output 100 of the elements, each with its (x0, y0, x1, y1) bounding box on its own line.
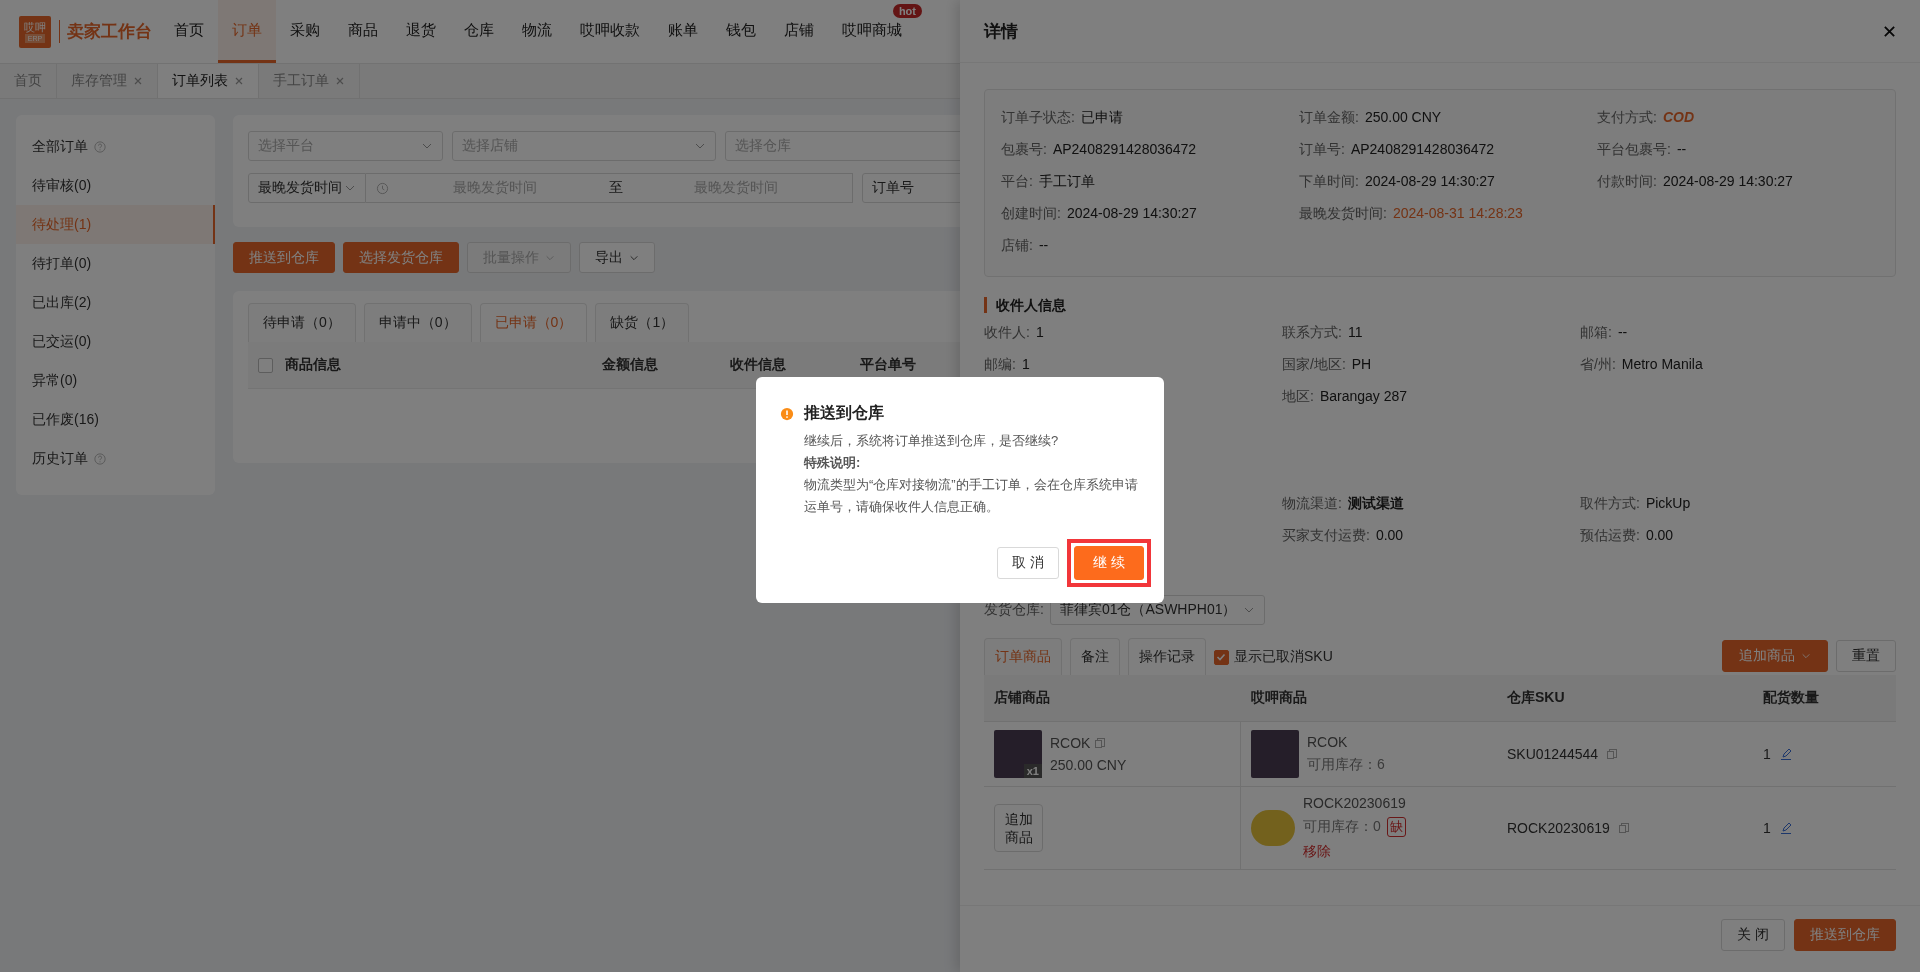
field-value: AP2408291428036472 (1052, 141, 1197, 159)
dialog-message: 继续后，系统将订单推送到仓库，是否继续? (804, 432, 1060, 450)
copy-icon[interactable] (1617, 822, 1630, 834)
field-label: 支付方式: (1597, 109, 1657, 127)
edit-icon[interactable] (1778, 747, 1793, 761)
field-value: COD (1662, 109, 1694, 127)
cancel-button[interactable]: 取 消 (997, 547, 1060, 579)
sidebar-item[interactable]: 历史订单 (16, 439, 215, 478)
sidebar-item[interactable]: 异常(0) (16, 361, 215, 400)
detail-tab[interactable]: 订单商品 (984, 638, 1062, 675)
copy-icon[interactable] (1606, 748, 1619, 760)
field-label: 国家/地区: (1282, 356, 1346, 374)
nav-item[interactable]: 店铺 (770, 0, 828, 63)
stock-text: 可用库存：6 (1307, 756, 1385, 774)
close-icon[interactable] (234, 76, 244, 86)
field-label: 订单号: (1299, 141, 1345, 159)
column-header: 店铺商品 (993, 689, 1051, 707)
column-header: 仓库SKU (1506, 689, 1566, 707)
nav-item[interactable]: 仓库 (450, 0, 508, 63)
add-goods-button[interactable]: 追加商品 (994, 804, 1043, 852)
field-label: 邮编: (984, 356, 1016, 374)
column-header: 哎呷商品 (1250, 689, 1308, 707)
field-value: 2024-08-29 14:30:27 (1364, 173, 1495, 191)
status-tab[interactable]: 缺货（1） (595, 303, 690, 342)
sidebar-item[interactable]: 全部订单 (16, 127, 215, 166)
nav-item[interactable]: 哎呷收款 (566, 0, 654, 63)
reset-button[interactable]: 重置 (1836, 640, 1896, 672)
chevron-down-icon (1801, 651, 1811, 661)
shortage-badge: 缺 (1386, 817, 1406, 837)
column-header: 配货数量 (1762, 689, 1820, 707)
field-label: 取件方式: (1580, 495, 1640, 513)
product-price: 250.00 CNY (1050, 757, 1127, 773)
footer-button[interactable]: 推送到仓库 (1794, 919, 1896, 951)
field-value: 手工订单 (1038, 173, 1095, 191)
field-label: 订单子状态: (1001, 109, 1075, 127)
field-label: 下单时间: (1299, 173, 1359, 191)
page-tab[interactable]: 订单列表 (158, 64, 259, 98)
sku-text: ROCK20230619 (1507, 820, 1610, 836)
nav-item[interactable]: 首页 (160, 0, 218, 63)
warning-icon (780, 406, 794, 421)
footer-button[interactable]: 关 闭 (1721, 919, 1785, 951)
dialog-title: 推送到仓库 (804, 403, 884, 423)
status-tab[interactable]: 待申请（0） (248, 303, 356, 342)
sidebar-item[interactable]: 已交运(0) (16, 322, 215, 361)
status-tab[interactable]: 已申请（0） (479, 303, 588, 342)
field-label: 买家支付运费: (1282, 527, 1370, 545)
nav-item[interactable]: 账单 (654, 0, 712, 63)
confirm-button[interactable]: 继 续 (1074, 546, 1144, 580)
field-value: 0.00 (1375, 527, 1404, 545)
field-label: 订单金额: (1299, 109, 1359, 127)
nav-item[interactable]: 采购 (276, 0, 334, 63)
field-value: PH (1351, 356, 1372, 374)
copy-icon[interactable] (1094, 737, 1107, 749)
edit-icon[interactable] (1778, 821, 1793, 835)
field-label: 物流渠道: (1282, 495, 1342, 513)
sku-text: SKU01244544 (1507, 746, 1599, 762)
note-title: 特殊说明: (804, 454, 862, 472)
status-tab[interactable]: 申请中（0） (363, 303, 472, 342)
sidebar-item[interactable]: 已作废(16) (16, 400, 215, 439)
field-label: 发货仓库: (984, 601, 1044, 619)
quantity-badge: x1 (1023, 764, 1042, 778)
field-label: 省/州: (1580, 356, 1616, 374)
product-photo (1251, 810, 1295, 846)
field-value: 2024-08-29 14:30:27 (1662, 173, 1793, 191)
nav-item[interactable]: 钱包 (712, 0, 770, 63)
field-value: -- (1676, 141, 1687, 159)
sidebar-item[interactable]: 待审核(0) (16, 166, 215, 205)
remove-link[interactable]: 移除 (1303, 843, 1406, 861)
column-header: 收件信息 (730, 356, 787, 374)
checkbox-label: 显示已取消SKU (1234, 648, 1333, 666)
note-text: 物流类型为“仓库对接物流”的手工订单，会在仓库系统申请运单号，请确保收件人信息正确。 (804, 476, 1139, 516)
field-value: 测试渠道 (1347, 495, 1404, 513)
field-value: 2024-08-31 14:28:23 (1392, 205, 1523, 223)
field-value: -- (1038, 237, 1049, 255)
field-value: 250.00 CNY (1364, 109, 1442, 127)
add-goods-button[interactable]: 追加商品 (1722, 640, 1828, 672)
checkbox[interactable] (1214, 649, 1229, 665)
action-button[interactable]: 推送到仓库 (233, 242, 335, 273)
field-value: 已申请 (1080, 109, 1123, 127)
select-field[interactable]: 最晚发货时间 (248, 173, 366, 203)
checkbox[interactable] (258, 357, 273, 373)
sidebar-item[interactable]: 待打单(0) (16, 244, 215, 283)
nav-item[interactable]: 退货 (392, 0, 450, 63)
field-label: 付款时间: (1597, 173, 1657, 191)
column-header: 平台单号 (860, 356, 916, 374)
drawer-title: 详情 (984, 20, 1018, 43)
action-button[interactable]: 选择发货仓库 (343, 242, 459, 273)
field-label: 最晚发货时间: (1299, 205, 1387, 223)
nav-item[interactable]: 商品 (334, 0, 392, 63)
quantity-text: 1 (1763, 746, 1771, 762)
quantity-text: 1 (1763, 820, 1771, 836)
sidebar-item[interactable]: 已出库(2) (16, 283, 215, 322)
field-label: 平台: (1001, 173, 1033, 191)
nav-item[interactable]: 物流 (508, 0, 566, 63)
product-name: RCOK (1050, 735, 1091, 751)
clock-icon (376, 181, 389, 195)
action-button[interactable]: 导出 (579, 242, 655, 273)
field-value: 1 (1035, 324, 1044, 342)
field-label: 地区: (1282, 388, 1314, 406)
close-icon[interactable] (1883, 24, 1896, 38)
